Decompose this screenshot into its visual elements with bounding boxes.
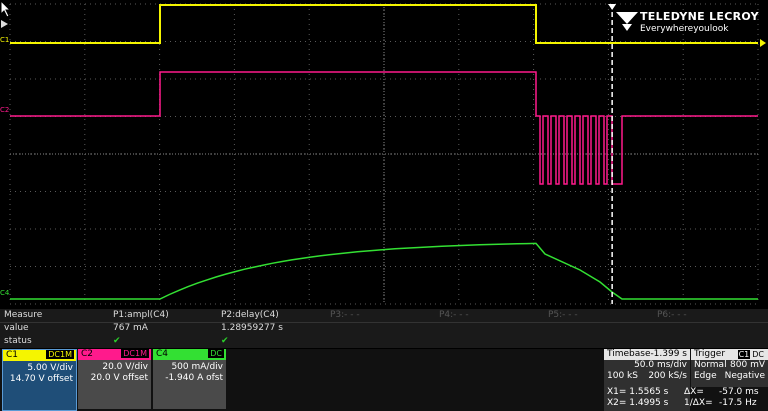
c2-name: C2 — [81, 349, 94, 359]
cursor-dx-value: -57.0 ms — [719, 387, 759, 397]
trigger-source: C1 — [737, 350, 751, 359]
c4-ground-marker[interactable]: C4 — [0, 289, 9, 297]
p2-value: 1.28959277 s — [221, 323, 283, 333]
timebase-delay: -1.399 s — [650, 349, 687, 359]
timebase-label: Timebase — [607, 349, 651, 359]
c4-name: C4 — [156, 349, 169, 359]
trigger-label: Trigger — [694, 349, 726, 359]
c1-ground-marker[interactable]: C1 — [0, 36, 9, 44]
brand-name: TELEDYNE LECROY — [640, 10, 759, 23]
c2-vdiv: 20.0 V/div — [102, 362, 148, 372]
c2-descriptor[interactable]: C2 DC1M 20.0 V/div 20.0 V offset — [78, 349, 151, 409]
channel-descriptor-bar: C1 DC1M 5.00 V/div 14.70 V offset C2 DC1… — [0, 349, 768, 411]
cursor-dx-label: ΔX= — [684, 387, 704, 397]
c2-coupling-badge: DC1M — [121, 349, 149, 358]
c1-coupling-badge: DC1M — [46, 350, 74, 359]
c1-vdiv: 5.00 V/div — [27, 363, 73, 373]
trigger-coupling: DC — [751, 350, 765, 359]
timebase-tdiv: 50.0 ms/div — [634, 360, 687, 370]
p2-status-check-icon: ✔ — [221, 336, 229, 346]
c1-offset: 14.70 V offset — [9, 374, 73, 384]
waveform-display[interactable]: TELEDYNE LECROY Everywhereyoulook C1 C2 … — [0, 0, 768, 308]
c4-vdiv: 500 mA/div — [171, 362, 223, 372]
trigger-descriptor[interactable]: Trigger C1 DC Normal 800 mV Edge Negative — [691, 349, 768, 387]
measure-status-row: status ✔ ✔ — [0, 335, 768, 348]
cursor-x1: X1= 1.5565 s — [607, 387, 669, 397]
c4-coupling-badge: DC — [208, 349, 224, 358]
p1-value: 767 mA — [113, 323, 148, 333]
measure-value-row: value 767 mA 1.28959277 s — [0, 322, 768, 335]
measure-table[interactable]: Measure P1:ampl(C4) P2:delay(C4) P3:- - … — [0, 309, 768, 348]
c4-offset: -1.940 A ofst — [165, 373, 223, 383]
scale-left-marker — [1, 20, 8, 28]
lecroy-logomark-icon — [616, 12, 638, 31]
p1-status-check-icon: ✔ — [113, 336, 121, 346]
cursor-inv-dx-label: 1/ΔX= — [684, 398, 713, 408]
measure-p4-header[interactable]: P4:- - - — [439, 310, 469, 320]
measure-p6-header[interactable]: P6:- - - — [657, 310, 687, 320]
c2-offset: 20.0 V offset — [90, 373, 148, 383]
c2-ground-marker[interactable]: C2 — [0, 106, 9, 114]
measure-title: Measure — [4, 310, 43, 320]
status-label: status — [4, 336, 32, 346]
measure-header-row: Measure P1:ampl(C4) P2:delay(C4) P3:- - … — [0, 309, 768, 323]
brand-tagline: Everywhereyoulook — [640, 24, 729, 34]
measure-p5-header[interactable]: P5:- - - — [548, 310, 578, 320]
trigger-mode: Normal — [694, 360, 727, 370]
waveform-grid — [1, 3, 766, 305]
cursor-x2: X2= 1.4995 s — [607, 398, 669, 408]
teledyne-lecroy-logo: TELEDYNE LECROY Everywhereyoulook — [616, 8, 766, 42]
c4-descriptor[interactable]: C4 DC 500 mA/div -1.940 A ofst — [153, 349, 226, 409]
mouse-pointer-icon — [0, 0, 12, 18]
c1-descriptor[interactable]: C1 DC1M 5.00 V/div 14.70 V offset — [2, 349, 77, 411]
cursor-readout: X1= 1.5565 s ΔX= -57.0 ms X2= 1.4995 s 1… — [604, 387, 768, 411]
measure-p3-header[interactable]: P3:- - - — [330, 310, 360, 320]
trigger-level: 800 mV — [730, 360, 765, 370]
c1-name: C1 — [6, 350, 19, 360]
trigger-type: Edge — [694, 371, 717, 381]
trigger-position-marker — [608, 4, 617, 10]
trigger-slope: Negative — [724, 371, 765, 381]
measure-p2-header[interactable]: P2:delay(C4) — [221, 310, 279, 320]
measure-p1-header[interactable]: P1:ampl(C4) — [113, 310, 169, 320]
timebase-rate: 200 kS/s — [648, 371, 687, 381]
value-label: value — [4, 323, 29, 333]
cursor-inv-dx-value: -17.5 Hz — [719, 398, 757, 408]
timebase-samples: 100 kS — [607, 371, 638, 381]
